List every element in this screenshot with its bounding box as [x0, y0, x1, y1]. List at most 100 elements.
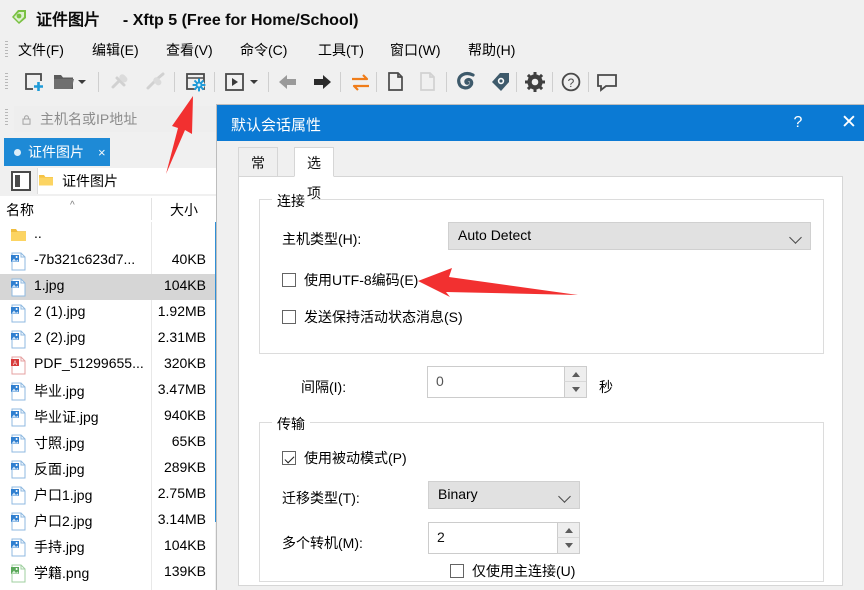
feedback-icon[interactable] — [594, 70, 620, 94]
file-row[interactable]: 2 (2).jpg 2.31MB — [0, 326, 215, 352]
file-size: 3.14MB — [157, 511, 206, 527]
stepper-down-button[interactable] — [557, 538, 579, 553]
interval-stepper[interactable]: 0 — [427, 366, 587, 398]
menu-tools[interactable]: 工具(T) — [312, 39, 370, 61]
file-row[interactable]: 毕业.jpg 3.47MB — [0, 378, 215, 404]
menu-view[interactable]: 查看(V) — [160, 39, 219, 61]
keepalive-checkbox[interactable] — [282, 310, 296, 324]
transfer-type-select[interactable]: Binary — [428, 481, 580, 509]
paste-icon[interactable] — [415, 70, 441, 94]
forward-arrow-icon[interactable] — [310, 70, 336, 94]
disconnect-icon[interactable] — [144, 70, 170, 94]
toolbar-separator — [588, 72, 589, 92]
session-tab-active[interactable]: 证件图片 × — [4, 138, 110, 166]
file-list[interactable]: .. -7b321c623d7... 40KB 1.jpg 104KB 2 (1).jpg… — [0, 222, 215, 590]
file-row[interactable]: 户口1.jpg 2.75MB — [0, 482, 215, 508]
passive-mode-checkbox[interactable] — [282, 451, 296, 465]
menu-bar-grip[interactable] — [5, 41, 8, 57]
multi-stepper-buttons[interactable] — [557, 523, 579, 553]
file-row[interactable]: 寸照.jpg 65KB — [0, 430, 215, 456]
stepper-down-button[interactable] — [564, 382, 586, 397]
transfer-sync-icon[interactable] — [348, 70, 374, 94]
window-title-bar: 证件图片 - Xftp 5 (Free for Home/School) — [0, 0, 864, 34]
toolbar-grip[interactable] — [5, 73, 8, 91]
connect-icon[interactable] — [108, 70, 134, 94]
file-row[interactable]: 毕业证.jpg 940KB — [0, 404, 215, 430]
close-icon[interactable]: ✕ — [829, 110, 864, 136]
window-title-text: 证件图片 - Xftp 5 (Free for Home/School) — [36, 6, 359, 30]
file-size: 65KB — [171, 433, 206, 449]
options-tab-page: 连接 主机类型(H): Auto Detect 使用UTF-8编码(E) 发送保… — [238, 176, 843, 586]
tab-options[interactable]: 选项 — [294, 147, 334, 201]
multi-transfer-stepper[interactable]: 2 — [428, 522, 580, 554]
toggle-pane-icon[interactable] — [11, 171, 31, 191]
multi-transfer-label: 多个转机(M): — [282, 535, 363, 551]
file-size: 104KB — [163, 277, 206, 293]
session-properties-icon[interactable] — [183, 70, 209, 94]
run-chevron-down-icon[interactable] — [250, 80, 258, 84]
address-bar-grip[interactable] — [5, 109, 8, 127]
menu-file[interactable]: 文件(F) — [12, 39, 70, 61]
utf8-label[interactable]: 使用UTF-8编码(E) — [304, 270, 418, 290]
copy-icon[interactable] — [383, 70, 409, 94]
file-size: 2.75MB — [157, 485, 206, 501]
transfer-type-label: 迁移类型(T): — [282, 490, 360, 506]
passive-mode-label[interactable]: 使用被动模式(P) — [304, 448, 407, 468]
file-name: 毕业证.jpg — [34, 409, 99, 425]
file-row[interactable]: -7b321c623d7... 40KB — [0, 248, 215, 274]
host-address-placeholder: 主机名或IP地址 — [40, 111, 138, 127]
file-size: 104KB — [163, 537, 206, 553]
xshell-icon[interactable] — [454, 70, 480, 94]
menu-edit[interactable]: 编辑(E) — [86, 39, 145, 61]
file-row[interactable]: 手持.jpg 104KB — [0, 534, 215, 560]
host-type-select[interactable]: Auto Detect — [448, 222, 811, 250]
file-row[interactable]: 反面.jpg 289KB — [0, 456, 215, 482]
close-icon[interactable]: × — [98, 146, 106, 159]
xftp-link-icon[interactable] — [488, 70, 514, 94]
menu-help[interactable]: 帮助(H) — [462, 39, 521, 61]
xftp-app-icon — [10, 9, 28, 25]
file-row[interactable]: 户口2.jpg 3.14MB — [0, 508, 215, 534]
transfer-group-legend: 传输 — [272, 414, 310, 434]
file-name: 2 (2).jpg — [34, 329, 86, 345]
file-row[interactable]: .. — [0, 222, 215, 248]
help-question-icon[interactable]: ? — [558, 70, 584, 94]
utf8-checkbox[interactable] — [282, 273, 296, 287]
interval-value[interactable]: 0 — [436, 373, 444, 389]
jpg-file-icon — [10, 382, 27, 401]
file-name: 毕业.jpg — [34, 383, 85, 399]
menu-command[interactable]: 命令(C) — [234, 39, 293, 61]
menu-window[interactable]: 窗口(W) — [384, 39, 447, 61]
open-folder-chevron-down-icon[interactable] — [78, 80, 86, 84]
main-connection-only-checkbox[interactable] — [450, 564, 464, 578]
jpg-file-icon — [10, 408, 27, 427]
file-row[interactable]: A PDF_51299655... 320KB — [0, 352, 215, 378]
file-size: 3.47MB — [157, 381, 206, 397]
toolbar-separator — [552, 72, 553, 92]
file-row[interactable]: 正面.jpg1.37MB — [0, 586, 215, 590]
column-header-size[interactable]: 大小 — [170, 200, 198, 220]
keepalive-label[interactable]: 发送保持活动状态消息(S) — [304, 307, 463, 327]
file-name: 户口2.jpg — [34, 513, 93, 529]
stepper-up-button[interactable] — [564, 367, 586, 382]
interval-stepper-buttons[interactable] — [564, 367, 586, 397]
help-icon[interactable]: ? — [778, 112, 818, 134]
main-connection-only-label[interactable]: 仅使用主连接(U) — [472, 561, 575, 581]
xftp-application-window: 证件图片 - Xftp 5 (Free for Home/School) 文件(… — [0, 0, 864, 590]
host-type-label: 主机类型(H): — [282, 231, 362, 247]
multi-transfer-value[interactable]: 2 — [437, 529, 445, 545]
run-icon[interactable] — [222, 70, 248, 94]
file-row[interactable]: 2 (1).jpg 1.92MB — [0, 300, 215, 326]
file-row[interactable]: 1.jpg 104KB — [0, 274, 215, 300]
column-divider[interactable] — [151, 198, 152, 220]
back-arrow-icon[interactable] — [276, 70, 302, 94]
main-toolbar: ? — [0, 64, 864, 100]
session-properties-dialog: 默认会话属性 ? ✕ 常规 选项 连接 主机类型(H): Auto Detect — [217, 105, 864, 590]
file-row[interactable]: 学籍.png 139KB — [0, 560, 215, 586]
path-input[interactable]: 证件图片 — [37, 168, 223, 194]
new-session-icon[interactable] — [22, 70, 48, 94]
column-header-name[interactable]: 名称 — [6, 200, 34, 220]
tab-general[interactable]: 常规 — [238, 147, 278, 201]
settings-gear-icon[interactable] — [522, 70, 548, 94]
stepper-up-button[interactable] — [557, 523, 579, 538]
